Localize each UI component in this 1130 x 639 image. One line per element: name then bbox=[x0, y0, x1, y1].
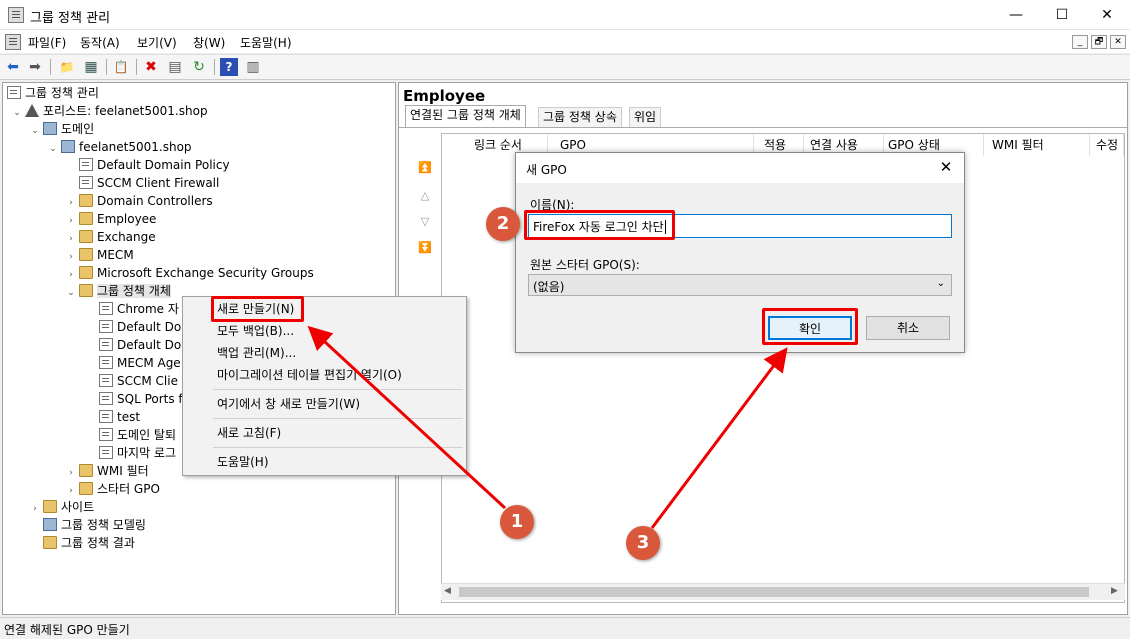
arrow-to-ok-button bbox=[650, 347, 788, 529]
arrow-to-new-menu bbox=[307, 325, 507, 510]
step-marker-3: 3 bbox=[626, 526, 660, 560]
annotation-arrows bbox=[307, 325, 788, 529]
step-marker-1: 1 bbox=[500, 505, 534, 539]
step-marker-2: 2 bbox=[486, 207, 520, 241]
